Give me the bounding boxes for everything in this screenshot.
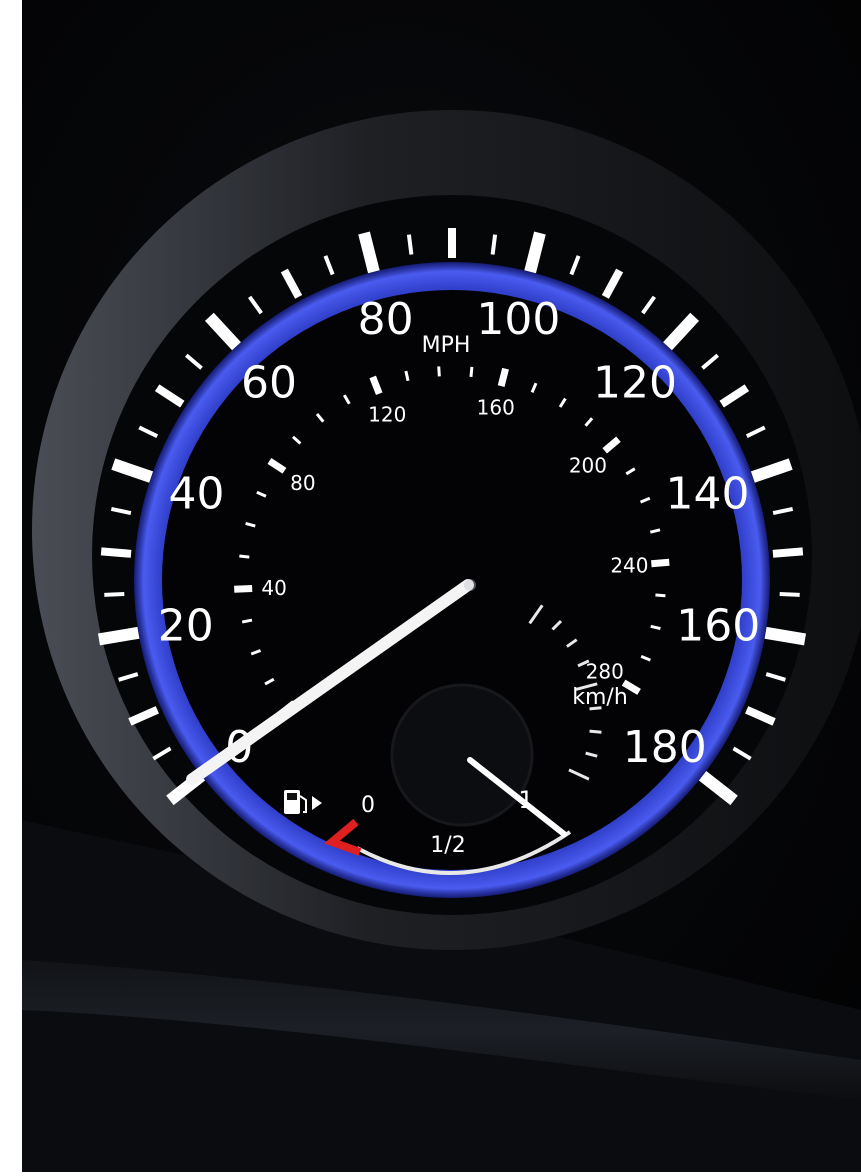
mph-minor-tick (104, 591, 125, 597)
kmh-minor-tick (437, 366, 441, 377)
mph-major-tick (97, 626, 140, 646)
dashboard-photo: 0 20 40 60 80 100 120 140 160 180 40 80 120 160 200 24… (22, 0, 861, 1172)
kmh-minor-tick (239, 554, 250, 559)
mph-scale-label: 40 (169, 468, 225, 519)
mph-scale-label: 160 (676, 601, 760, 652)
needle-hub-shadow (464, 579, 476, 591)
mph-scale-label: 60 (241, 357, 297, 408)
kmh-scale-label: 240 (610, 554, 648, 578)
kmh-minor-tick (655, 593, 666, 598)
kmh-scale-label: 40 (261, 576, 286, 600)
kmh-minor-tick (404, 370, 410, 382)
fuel-label-empty: 0 (361, 793, 375, 818)
kmh-scale-label: 200 (569, 453, 607, 477)
kmh-scale-label: 280 (586, 660, 624, 684)
kmh-major-tick (497, 367, 509, 387)
mph-minor-tick (406, 234, 414, 255)
kmh-major-tick (651, 558, 670, 568)
kmh-minor-tick (469, 366, 474, 378)
mph-mid-tick (772, 547, 804, 558)
fuel-label-half: 1/2 (430, 833, 465, 858)
mph-scale-label: 20 (158, 601, 214, 652)
fuel-tick (589, 706, 602, 711)
mph-minor-tick (490, 234, 498, 255)
mph-major-tick (764, 626, 807, 646)
mph-mid-tick (100, 547, 132, 558)
kmh-scale-label: 160 (477, 396, 515, 420)
mph-scale-label: 120 (593, 357, 677, 408)
kmh-scale-label: 120 (368, 402, 406, 426)
kmh-minor-tick (241, 618, 253, 624)
mph-scale-label: 140 (665, 468, 749, 519)
mph-scale-label: 80 (358, 294, 414, 345)
fuel-tick (589, 729, 602, 734)
kmh-major-tick (234, 585, 253, 593)
mph-scale-label: 180 (623, 722, 707, 773)
kmh-scale-label: 80 (290, 471, 315, 495)
mph-unit-label: MPH (422, 333, 471, 358)
mph-minor-tick (779, 591, 800, 597)
fuel-gauge-hub (390, 683, 534, 827)
mph-scale-label: 100 (476, 294, 560, 345)
